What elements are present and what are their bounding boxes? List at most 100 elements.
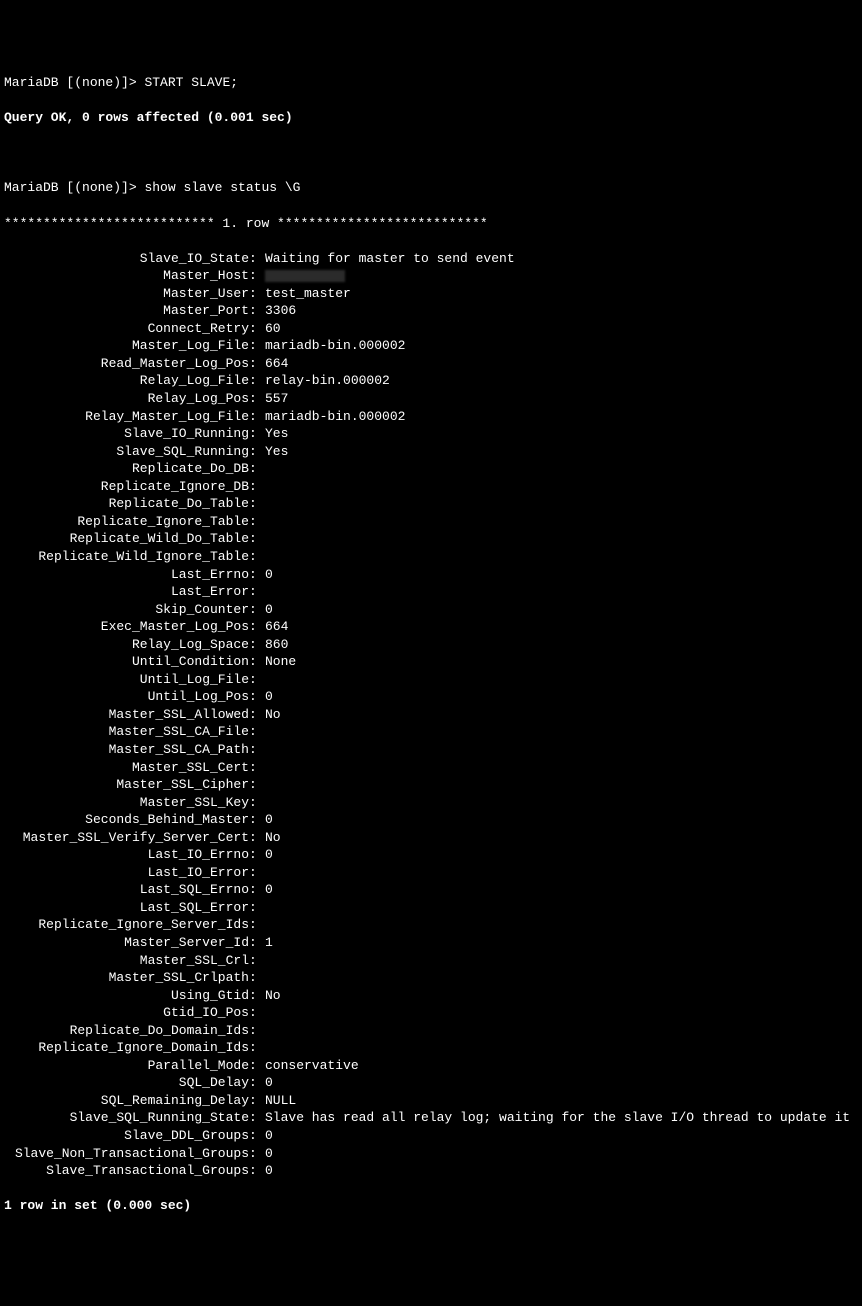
status-key: Relay_Log_Pos xyxy=(4,390,249,408)
status-key: Master_SSL_Crl xyxy=(4,952,249,970)
status-value: 0 xyxy=(265,688,273,706)
status-value: test_master xyxy=(265,285,351,303)
status-key: Master_User xyxy=(4,285,249,303)
status-row: Master_SSL_CA_File: xyxy=(4,723,858,741)
status-value: 0 xyxy=(265,1145,273,1163)
status-key: Master_SSL_Crlpath xyxy=(4,969,249,987)
status-row: Master_Server_Id: 1 xyxy=(4,934,858,952)
status-row: Master_SSL_Crl: xyxy=(4,952,858,970)
status-sep: : xyxy=(249,320,265,338)
status-value: 664 xyxy=(265,618,288,636)
status-sep: : xyxy=(249,741,265,759)
status-row: Using_Gtid: No xyxy=(4,987,858,1005)
status-key: Slave_SQL_Running_State xyxy=(4,1109,249,1127)
status-key: Until_Log_File xyxy=(4,671,249,689)
status-sep: : xyxy=(249,267,265,285)
status-key: Connect_Retry xyxy=(4,320,249,338)
status-key: Last_Error xyxy=(4,583,249,601)
status-key: SQL_Delay xyxy=(4,1074,249,1092)
status-key: Replicate_Wild_Do_Table xyxy=(4,530,249,548)
status-row: Exec_Master_Log_Pos: 664 xyxy=(4,618,858,636)
status-value: NULL xyxy=(265,1092,296,1110)
status-value: 557 xyxy=(265,390,288,408)
status-row: Master_SSL_Cipher: xyxy=(4,776,858,794)
status-row: Replicate_Wild_Ignore_Table: xyxy=(4,548,858,566)
status-sep: : xyxy=(249,1004,265,1022)
status-key: Last_SQL_Error xyxy=(4,899,249,917)
status-sep: : xyxy=(249,583,265,601)
status-value: 0 xyxy=(265,811,273,829)
status-key: Slave_DDL_Groups xyxy=(4,1127,249,1145)
status-row: Last_IO_Error: xyxy=(4,864,858,882)
status-value xyxy=(265,267,345,285)
status-row: Until_Log_Pos: 0 xyxy=(4,688,858,706)
status-row: Replicate_Ignore_Server_Ids: xyxy=(4,916,858,934)
status-key: Seconds_Behind_Master xyxy=(4,811,249,829)
status-value: 0 xyxy=(265,1074,273,1092)
status-value: conservative xyxy=(265,1057,359,1075)
status-row: Slave_SQL_Running_State: Slave has read … xyxy=(4,1109,858,1127)
status-key: Slave_Non_Transactional_Groups xyxy=(4,1145,249,1163)
status-row: Relay_Log_Pos: 557 xyxy=(4,390,858,408)
status-key: Master_SSL_CA_Path xyxy=(4,741,249,759)
status-key: Replicate_Do_DB xyxy=(4,460,249,478)
status-sep: : xyxy=(249,881,265,899)
status-value: 60 xyxy=(265,320,281,338)
status-sep: : xyxy=(249,969,265,987)
status-key: Master_SSL_Cert xyxy=(4,759,249,777)
status-key: Last_IO_Error xyxy=(4,864,249,882)
status-sep: : xyxy=(249,864,265,882)
status-row: Replicate_Ignore_Table: xyxy=(4,513,858,531)
status-value: mariadb-bin.000002 xyxy=(265,408,405,426)
status-sep: : xyxy=(249,1074,265,1092)
status-value: None xyxy=(265,653,296,671)
status-key: Master_Server_Id xyxy=(4,934,249,952)
status-key: Relay_Master_Log_File xyxy=(4,408,249,426)
status-value: 0 xyxy=(265,566,273,584)
status-sep: : xyxy=(249,302,265,320)
status-sep: : xyxy=(249,548,265,566)
status-row: Read_Master_Log_Pos: 664 xyxy=(4,355,858,373)
status-key: Slave_IO_Running xyxy=(4,425,249,443)
status-row: Seconds_Behind_Master: 0 xyxy=(4,811,858,829)
status-row: Slave_IO_State: Waiting for master to se… xyxy=(4,250,858,268)
status-row: SQL_Delay: 0 xyxy=(4,1074,858,1092)
status-value: Yes xyxy=(265,425,288,443)
status-key: Slave_Transactional_Groups xyxy=(4,1162,249,1180)
status-key: Master_SSL_Key xyxy=(4,794,249,812)
status-value: Slave has read all relay log; waiting fo… xyxy=(265,1109,850,1127)
status-sep: : xyxy=(249,1039,265,1057)
status-row: Slave_DDL_Groups: 0 xyxy=(4,1127,858,1145)
slave-status-block: Slave_IO_State: Waiting for master to se… xyxy=(4,250,858,1180)
status-value: 0 xyxy=(265,1127,273,1145)
status-key: Gtid_IO_Pos xyxy=(4,1004,249,1022)
prompt: MariaDB [(none)]> xyxy=(4,75,144,90)
status-sep: : xyxy=(249,495,265,513)
status-row: Master_Port: 3306 xyxy=(4,302,858,320)
status-sep: : xyxy=(249,759,265,777)
status-row: Replicate_Do_Table: xyxy=(4,495,858,513)
status-row: Relay_Log_Space: 860 xyxy=(4,636,858,654)
status-sep: : xyxy=(249,443,265,461)
status-value: relay-bin.000002 xyxy=(265,372,390,390)
status-row: Master_Host: xyxy=(4,267,858,285)
status-key: Last_Errno xyxy=(4,566,249,584)
command-text: show slave status \G xyxy=(144,180,300,195)
status-key: Last_IO_Errno xyxy=(4,846,249,864)
status-value: 860 xyxy=(265,636,288,654)
status-value: No xyxy=(265,706,281,724)
status-row: Connect_Retry: 60 xyxy=(4,320,858,338)
status-row: Master_User: test_master xyxy=(4,285,858,303)
status-row: Last_Errno: 0 xyxy=(4,566,858,584)
status-sep: : xyxy=(249,372,265,390)
status-key: Until_Log_Pos xyxy=(4,688,249,706)
status-key: Using_Gtid xyxy=(4,987,249,1005)
status-row: Replicate_Wild_Do_Table: xyxy=(4,530,858,548)
status-key: Relay_Log_File xyxy=(4,372,249,390)
status-key: Master_Host xyxy=(4,267,249,285)
status-sep: : xyxy=(249,601,265,619)
prompt: MariaDB [(none)]> xyxy=(4,180,144,195)
status-value: Yes xyxy=(265,443,288,461)
status-key: Replicate_Ignore_DB xyxy=(4,478,249,496)
status-sep: : xyxy=(249,776,265,794)
